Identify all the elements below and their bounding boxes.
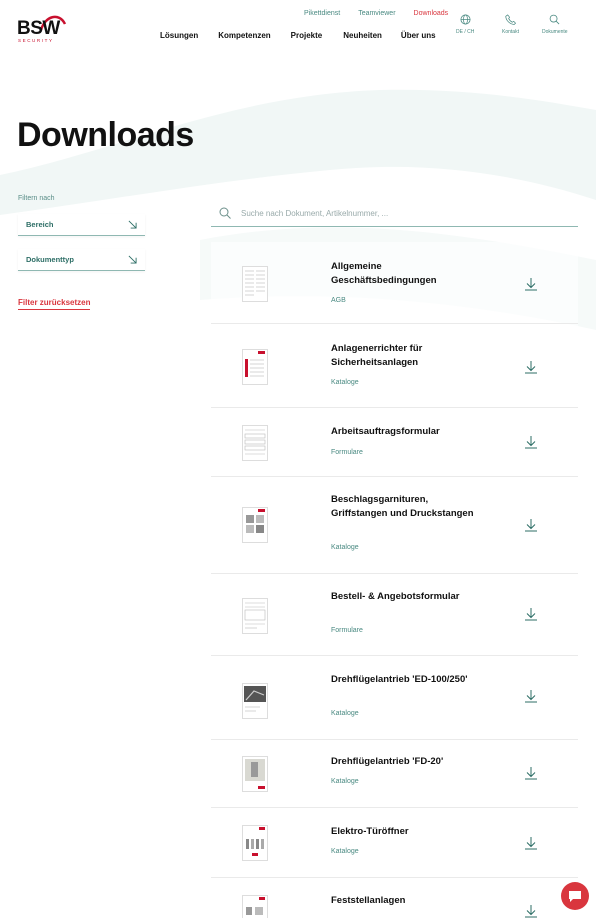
logo-text: BSW xyxy=(17,18,60,39)
filter-dokumenttyp-dropdown[interactable]: Dokumenttyp xyxy=(18,249,145,271)
search-icon xyxy=(549,14,560,25)
topnav-link-downloads[interactable]: Downloads xyxy=(414,10,449,17)
arrow-down-right-icon xyxy=(128,220,137,229)
document-row[interactable]: Drehflügelantrieb 'ED-100/250' Kataloge xyxy=(211,656,578,740)
topnav-link-teamviewer[interactable]: Teamviewer xyxy=(358,10,395,17)
document-category: Kataloge xyxy=(331,848,359,855)
download-icon[interactable] xyxy=(524,689,538,703)
document-row[interactable]: Bestell- & Angebotsformular Formulare xyxy=(211,574,578,656)
download-icon[interactable] xyxy=(524,836,538,850)
document-title[interactable]: Elektro-Türöffner xyxy=(331,825,481,839)
document-category: Kataloge xyxy=(331,710,359,717)
document-thumbnail xyxy=(242,425,268,461)
document-search-label: Dokumente xyxy=(542,29,568,35)
filter-reset-link[interactable]: Filter zurücksetzen xyxy=(18,298,91,310)
contact-label: Kontakt xyxy=(502,29,519,35)
document-category: Kataloge xyxy=(331,379,359,386)
download-icon[interactable] xyxy=(524,904,538,918)
document-category: AGB xyxy=(331,297,346,304)
filter-dokumenttyp-label: Dokumenttyp xyxy=(26,255,74,264)
document-title[interactable]: Anlagenerrichter für Sicherheitsanlagen xyxy=(331,342,481,370)
document-title[interactable]: Drehflügelantrieb 'ED-100/250' xyxy=(331,673,481,687)
document-search-bar xyxy=(211,200,578,227)
phone-icon xyxy=(505,14,516,25)
document-row[interactable]: Drehflügelantrieb 'FD-20' Kataloge xyxy=(211,740,578,808)
document-title[interactable]: Arbeitsauftragsformular xyxy=(331,425,481,439)
document-thumbnail xyxy=(242,895,268,918)
language-switch[interactable]: DE / CH xyxy=(456,14,474,35)
download-icon[interactable] xyxy=(524,607,538,621)
logo-tagline: SECURITY xyxy=(18,38,54,43)
document-title[interactable]: Bestell- & Angebotsformular xyxy=(331,590,481,604)
document-search-link[interactable]: Dokumente xyxy=(542,14,568,35)
document-row[interactable]: Feststellanlagen xyxy=(211,878,578,918)
download-icon[interactable] xyxy=(524,766,538,780)
download-icon[interactable] xyxy=(524,277,538,291)
mainnav-link-neuheiten[interactable]: Neuheiten xyxy=(343,31,382,40)
document-category: Kataloge xyxy=(331,544,359,551)
document-thumbnail xyxy=(242,507,268,543)
filter-label: Filtern nach xyxy=(18,195,55,202)
search-icon xyxy=(219,207,231,219)
document-title[interactable]: Beschlagsgarnituren, Griffstangen und Dr… xyxy=(331,493,481,521)
main-navigation: Lösungen Kompetenzen Projekte Neuheiten … xyxy=(160,31,436,40)
filter-bereich-dropdown[interactable]: Bereich xyxy=(18,214,145,236)
globe-icon xyxy=(460,14,471,25)
document-row[interactable]: Elektro-Türöffner Kataloge xyxy=(211,808,578,878)
document-row[interactable]: Anlagenerrichter für Sicherheitsanlagen … xyxy=(211,324,578,408)
mainnav-link-projekte[interactable]: Projekte xyxy=(291,31,323,40)
language-label: DE / CH xyxy=(456,29,475,35)
document-thumbnail xyxy=(242,756,268,792)
document-title[interactable]: Feststellanlagen xyxy=(331,894,481,908)
document-row[interactable]: Allgemeine Geschäftsbedingungen AGB xyxy=(211,242,578,324)
document-thumbnail xyxy=(242,349,268,385)
download-icon[interactable] xyxy=(524,435,538,449)
download-icon[interactable] xyxy=(524,360,538,374)
mainnav-link-loesungen[interactable]: Lösungen xyxy=(160,31,198,40)
mainnav-link-ueber-uns[interactable]: Über uns xyxy=(401,31,436,40)
topnav-link-pikettdienst[interactable]: Pikettdienst xyxy=(304,10,340,17)
document-thumbnail xyxy=(242,266,268,302)
top-navigation: Pikettdienst Teamviewer Downloads xyxy=(304,10,466,17)
brand-logo[interactable]: BSW SECURITY xyxy=(17,12,67,44)
document-category: Formulare xyxy=(331,627,363,634)
download-icon[interactable] xyxy=(524,518,538,532)
contact-link[interactable]: Kontakt xyxy=(502,14,519,35)
document-thumbnail xyxy=(242,598,268,634)
document-row[interactable]: Beschlagsgarnituren, Griffstangen und Dr… xyxy=(211,477,578,574)
document-thumbnail xyxy=(242,683,268,719)
chat-bubble-icon xyxy=(569,890,581,902)
document-search-input[interactable] xyxy=(241,208,561,218)
filter-bereich-label: Bereich xyxy=(26,220,54,229)
document-title[interactable]: Drehflügelantrieb 'FD-20' xyxy=(331,755,481,769)
page-title: Downloads xyxy=(17,116,194,154)
arrow-down-right-icon xyxy=(128,255,137,264)
document-title[interactable]: Allgemeine Geschäftsbedingungen xyxy=(331,260,481,288)
document-row[interactable]: Arbeitsauftragsformular Formulare xyxy=(211,408,578,477)
document-category: Formulare xyxy=(331,449,363,456)
chat-button[interactable] xyxy=(561,882,589,910)
document-thumbnail xyxy=(242,825,268,861)
mainnav-link-kompetenzen[interactable]: Kompetenzen xyxy=(218,31,270,40)
document-category: Kataloge xyxy=(331,778,359,785)
